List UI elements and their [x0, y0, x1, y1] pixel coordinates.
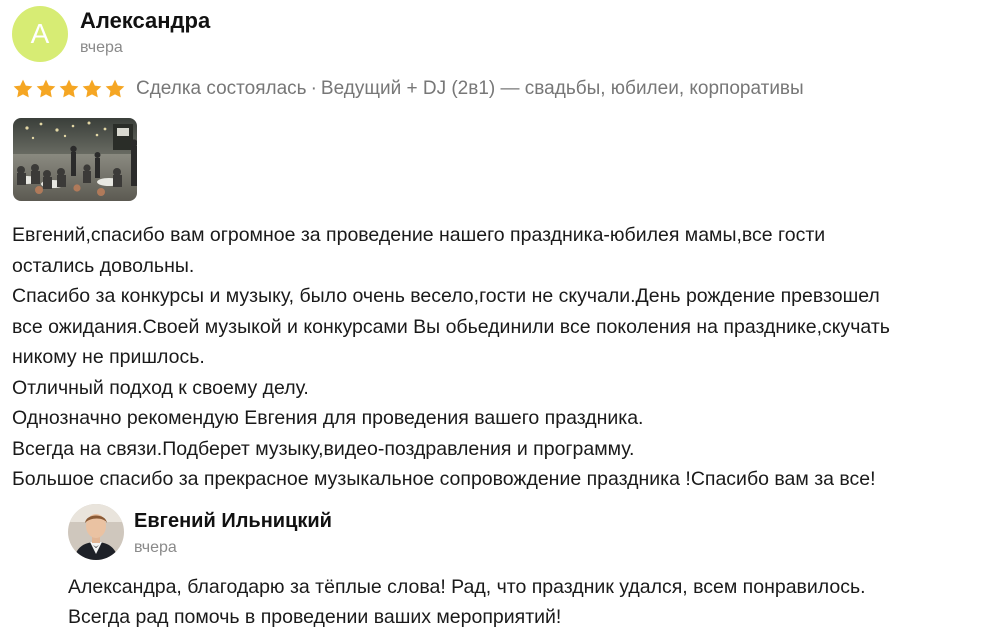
- deal-status: Сделка состоялась: [136, 78, 307, 99]
- star-icon: [82, 79, 102, 98]
- author-avatar[interactable]: А: [12, 6, 68, 62]
- review-text-line: Большое спасибо за прекрасное музыкально…: [12, 468, 876, 490]
- review-meta: Сделка состоялась · Ведущий + DJ (2в1) —…: [12, 74, 804, 104]
- review-photo[interactable]: [13, 118, 137, 201]
- reply-author-name[interactable]: Евгений Ильницкий: [134, 508, 332, 534]
- reply-author-avatar[interactable]: [68, 504, 124, 560]
- reply-date: вчера: [134, 539, 177, 556]
- star-icon: [105, 79, 125, 98]
- service-name[interactable]: Ведущий + DJ (2в1) — свадьбы, юбилеи, ко…: [321, 77, 804, 101]
- rating-stars: [12, 78, 126, 100]
- review-text: Евгений,спасибо вам огромное за проведен…: [12, 220, 974, 495]
- review-text-line: никому не пришлось.: [12, 346, 205, 368]
- reply-text-line: Александра, благодарю за тёплые слова! Р…: [68, 576, 866, 598]
- reply-text-line: Всегда рад помочь в проведении ваших мер…: [68, 606, 562, 628]
- review-text-line: Евгений,спасибо вам огромное за проведен…: [12, 224, 826, 246]
- star-icon: [13, 79, 33, 98]
- review-text-line: Спасибо за конкурсы и музыку, было очень…: [12, 285, 880, 307]
- meta-separator: ·: [310, 78, 317, 99]
- review-text-line: Однозначно рекомендую Евгения для провед…: [12, 407, 644, 429]
- review-text-line: Всегда на связи.Подберет музыку,видео-по…: [12, 437, 635, 460]
- review-text-line: все ожидания.Своей музыкой и конкурсами …: [12, 315, 890, 338]
- star-icon: [36, 79, 56, 98]
- star-icon: [59, 79, 79, 98]
- review-text-line: остались довольны.: [12, 254, 195, 277]
- author-name[interactable]: Александра: [80, 8, 210, 34]
- review-date: вчера: [80, 39, 123, 56]
- reply-text: Александра, благодарю за тёплые слова! Р…: [68, 572, 974, 632]
- review-text-line: Отличный подход к своему делу.: [12, 376, 309, 399]
- event-photo-image: [13, 118, 137, 201]
- person-avatar-photo: [68, 504, 124, 560]
- review-card: А Александра вчера Сделка состоялась · В…: [0, 0, 984, 642]
